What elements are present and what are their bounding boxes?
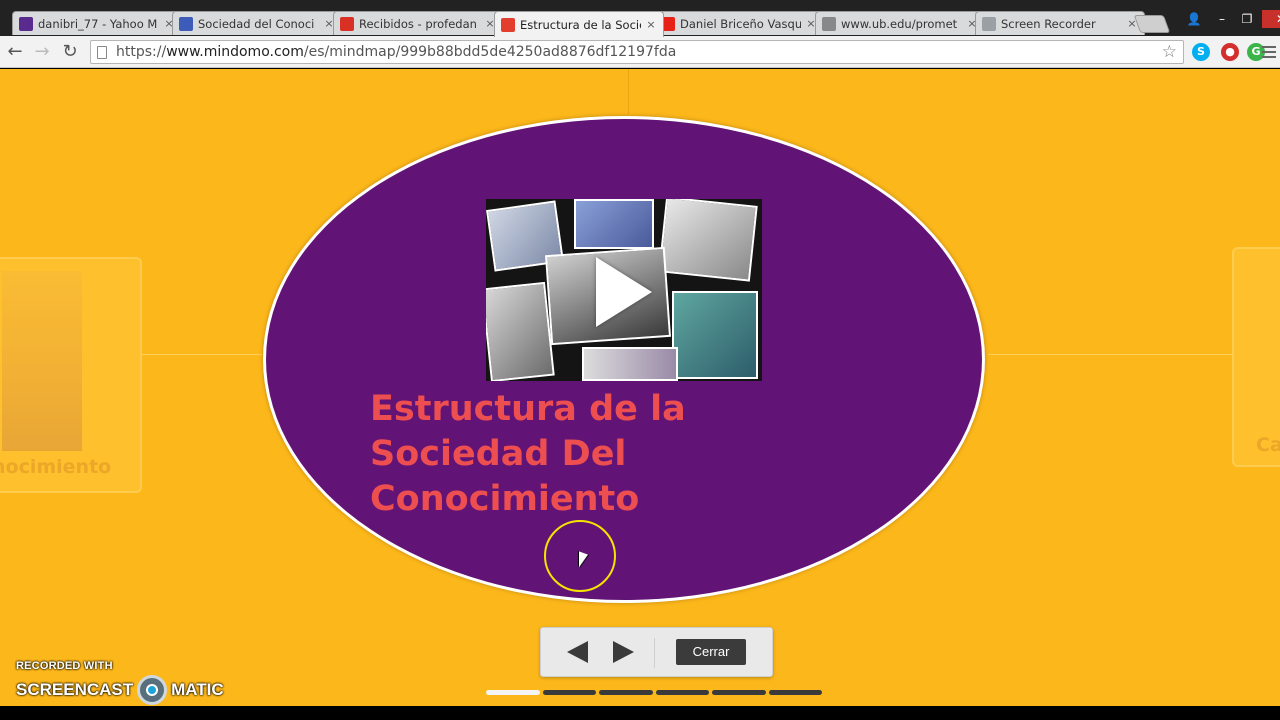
- previous-slide-icon[interactable]: [567, 641, 588, 663]
- connector-line: [142, 354, 262, 355]
- chrome-menu-icon[interactable]: [1262, 43, 1276, 61]
- tab-label: Daniel Briceño Vasqu: [680, 16, 801, 31]
- gmail-icon: [340, 16, 354, 31]
- bookmark-star-icon[interactable]: ☆: [1162, 42, 1177, 62]
- record-extension-icon[interactable]: ●: [1221, 43, 1239, 61]
- browser-tab[interactable]: Screen Recorder ×: [975, 11, 1145, 35]
- tab-label: www.ub.edu/promet: [841, 16, 958, 31]
- browser-tab[interactable]: danibri_77 - Yahoo M ×: [12, 11, 182, 35]
- tab-close-icon[interactable]: ×: [645, 18, 657, 31]
- yahoo-mail-icon: [19, 16, 33, 31]
- topic-image: [2, 271, 82, 451]
- connector-line: [628, 69, 629, 114]
- close-presentation-button[interactable]: Cerrar: [676, 639, 746, 665]
- restore-window-icon[interactable]: ❐: [1236, 10, 1258, 28]
- collage-photo: [672, 291, 758, 379]
- forward-arrow-icon[interactable]: →: [31, 41, 53, 63]
- collage-photo: [486, 281, 555, 381]
- next-topic-label: Ca: [1256, 434, 1280, 456]
- next-slide-icon[interactable]: [613, 641, 634, 663]
- progress-segment[interactable]: [486, 690, 540, 695]
- tab-label: danibri_77 - Yahoo M: [38, 16, 158, 31]
- mindmap-presentation: nocimiento Ca Estructura de la Sociedad …: [0, 69, 1280, 706]
- divider: [654, 638, 655, 668]
- screencast-logo-icon: [137, 675, 168, 705]
- collage-photo: [574, 199, 654, 249]
- mindomo-icon: [501, 17, 515, 32]
- watermark-caption: RECORDED WITH: [16, 660, 113, 672]
- watermark-brand-left: SCREENCAST: [16, 680, 134, 699]
- back-arrow-icon[interactable]: ←: [4, 41, 26, 63]
- progress-segment[interactable]: [712, 690, 766, 695]
- tab-label: Screen Recorder: [1001, 16, 1096, 31]
- title-line: Conocimiento: [370, 479, 640, 519]
- page-icon: [97, 45, 107, 59]
- play-icon[interactable]: [596, 257, 652, 327]
- skype-icon[interactable]: S: [1192, 43, 1210, 61]
- close-window-icon[interactable]: ✕: [1262, 10, 1280, 28]
- user-profile-icon[interactable]: 👤: [1183, 10, 1205, 28]
- new-tab-button[interactable]: [1133, 15, 1171, 33]
- screen-recorder-icon: [982, 16, 996, 31]
- browser-tab[interactable]: www.ub.edu/promet ×: [815, 11, 985, 35]
- reload-icon[interactable]: ↻: [59, 41, 81, 63]
- title-line: Sociedad Del: [370, 434, 627, 474]
- collage-photo: [658, 199, 758, 282]
- presentation-controls: Cerrar: [540, 627, 773, 677]
- minimize-window-icon[interactable]: –: [1211, 10, 1233, 28]
- browser-tab[interactable]: Estructura de la Socie ×: [494, 11, 664, 37]
- slide-progress-bar: [486, 690, 822, 695]
- watermark-brand-right: MATIC: [171, 680, 224, 699]
- screencast-watermark: RECORDED WITH SCREENCAST MATIC: [16, 660, 224, 705]
- url-path: /es/mindmap/999b88bdd5de4250ad8876df1219…: [303, 44, 677, 60]
- url-scheme: https://: [116, 44, 167, 60]
- next-topic-card[interactable]: Ca: [1232, 247, 1280, 467]
- tab-strip: danibri_77 - Yahoo M × Sociedad del Conoci…: [0, 0, 1280, 38]
- tab-label: Sociedad del Conoci: [198, 16, 315, 31]
- previous-topic-card[interactable]: nocimiento: [0, 257, 142, 493]
- connector-line: [988, 354, 1233, 355]
- tab-label: Estructura de la Socie: [520, 17, 641, 32]
- collage-photo: [582, 347, 678, 381]
- browser-tab[interactable]: Daniel Briceño Vasqu ×: [654, 11, 824, 35]
- address-bar[interactable]: https://www.mindomo.com/es/mindmap/999b8…: [90, 40, 1184, 64]
- browser-tab[interactable]: Sociedad del Conoci ×: [172, 11, 342, 35]
- mouse-cursor-icon: [579, 551, 588, 571]
- browser-tab[interactable]: Recibidos - profedan ×: [333, 11, 503, 35]
- video-letterbox: [0, 706, 1280, 720]
- progress-segment[interactable]: [599, 690, 653, 695]
- previous-topic-label: nocimiento: [0, 456, 112, 478]
- title-line: Estructura de la: [370, 389, 686, 429]
- progress-segment[interactable]: [542, 690, 596, 695]
- page-icon: [822, 16, 836, 31]
- central-topic-title: Estructura de la Sociedad Del Conocimien…: [370, 387, 730, 522]
- progress-segment[interactable]: [655, 690, 709, 695]
- browser-toolbar: ← → ↻ https://www.mindomo.com/es/mindmap…: [0, 36, 1280, 68]
- tab-label: Recibidos - profedan: [359, 16, 477, 31]
- url-host: www.mindomo.com: [166, 44, 304, 60]
- graduation-cap-icon: [179, 16, 193, 31]
- progress-segment[interactable]: [768, 690, 822, 695]
